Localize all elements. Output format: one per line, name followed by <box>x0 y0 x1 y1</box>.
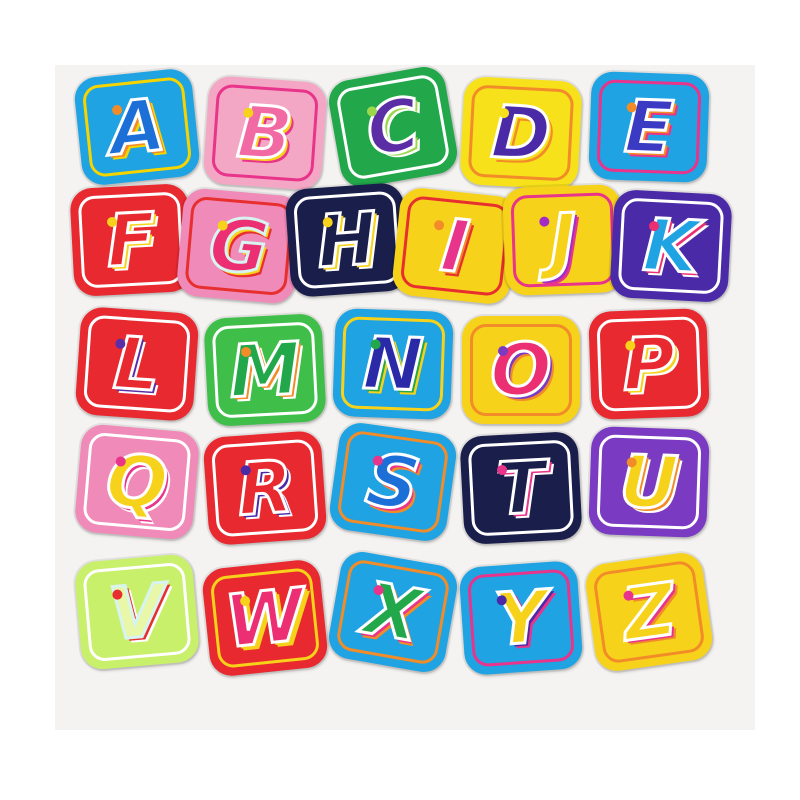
letter-patch-t: T <box>459 430 583 546</box>
letter-patch-p: P <box>588 307 710 421</box>
patch-letter: Y <box>491 573 552 663</box>
letter-patch-e: E <box>588 70 710 184</box>
patch-letter: S <box>360 435 426 528</box>
letter-patch-l: L <box>74 306 200 422</box>
letter-patch-o: O <box>462 316 580 424</box>
letter-patch-k: K <box>609 188 733 304</box>
patch-letter: I <box>436 201 474 290</box>
patch-letter: M <box>226 325 305 416</box>
letter-patch-m: M <box>203 312 327 428</box>
letter-patch-y: Y <box>458 560 584 676</box>
patch-letter: C <box>358 80 428 175</box>
patch-letter: R <box>233 443 297 534</box>
patch-letter: J <box>547 196 580 284</box>
patch-letter: E <box>621 83 676 172</box>
letter-patch-n: N <box>332 307 454 421</box>
letter-patch-c: C <box>325 63 461 191</box>
letter-patch-u: U <box>588 425 710 539</box>
patch-letter: V <box>104 566 170 658</box>
letter-patch-q: Q <box>73 423 201 541</box>
letter-patch-z: Z <box>583 550 715 674</box>
patch-letter: Z <box>616 565 682 658</box>
patch-letter: L <box>110 319 165 409</box>
letter-patch-x: X <box>325 548 461 676</box>
letter-patch-a: A <box>72 67 202 187</box>
patch-letter: O <box>489 328 553 412</box>
letter-patch-w: W <box>200 558 330 678</box>
patch-letter: A <box>103 81 170 173</box>
patch-letter: D <box>487 88 554 178</box>
letter-patch-h: H <box>284 182 410 298</box>
letter-patch-b: B <box>202 75 328 191</box>
letter-patch-i: I <box>390 186 520 306</box>
letter-patch-f: F <box>69 182 193 298</box>
patch-letter: U <box>617 438 681 527</box>
patch-letter: N <box>360 319 426 408</box>
patch-decor-dot <box>498 346 508 356</box>
letter-patch-j: J <box>502 183 624 297</box>
patch-letter: T <box>493 443 549 532</box>
patch-letter: K <box>639 201 702 291</box>
letter-patch-g: G <box>175 187 303 305</box>
patch-letter: Q <box>101 436 172 528</box>
patch-letter: G <box>204 200 273 292</box>
letter-patch-v: V <box>73 553 201 671</box>
patch-letter: X <box>357 564 429 659</box>
letter-patch-s: S <box>327 420 459 544</box>
photo: ABCDE FGHIJK LMNOP QRSTU VWXYZ <box>0 0 800 800</box>
letter-patch-r: R <box>202 430 328 546</box>
patch-letter: W <box>220 571 311 666</box>
patch-letter: P <box>620 320 679 409</box>
patch-letter: B <box>233 88 297 179</box>
letter-patch-d: D <box>459 75 583 191</box>
patch-letter: F <box>103 195 160 284</box>
patch-letter: H <box>313 195 382 286</box>
